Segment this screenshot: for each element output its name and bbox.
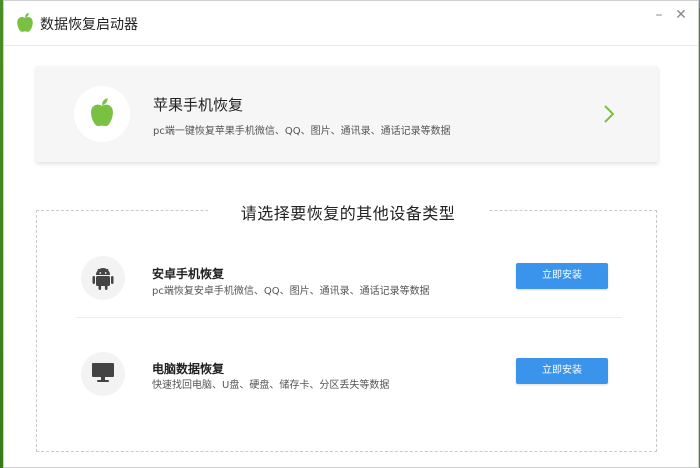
pc-install-button[interactable]: 立即安装 [516, 358, 608, 384]
other-devices-box [36, 210, 657, 452]
pc-recovery-title: 电脑数据恢复 [152, 362, 225, 376]
apple-icon [74, 86, 130, 142]
apple-recovery-description: pc端一键恢复苹果手机微信、QQ、图片、通讯录、通话记录等数据 [153, 126, 451, 137]
other-devices-heading: 请选择要恢复的其他设备类型 [208, 200, 488, 224]
close-button[interactable]: ✕ [673, 7, 689, 23]
pc-recovery-description: 快速找回电脑、U盘、硬盘、储存卡、分区丢失等数据 [152, 380, 390, 391]
minimize-button[interactable]: – [651, 7, 667, 23]
android-recovery-title: 安卓手机恢复 [152, 267, 225, 281]
android-recovery-description: pc端恢复安卓手机微信、QQ、图片、通讯录、通话记录等数据 [152, 286, 430, 297]
row-divider [76, 317, 622, 318]
android-install-button[interactable]: 立即安装 [516, 263, 608, 289]
android-icon [81, 256, 125, 300]
apple-logo-icon [15, 12, 35, 34]
monitor-icon [81, 352, 125, 396]
apple-recovery-card[interactable]: 苹果手机恢复 pc端一键恢复苹果手机微信、QQ、图片、通讯录、通话记录等数据 [36, 66, 658, 162]
android-recovery-row: 安卓手机恢复 pc端恢复安卓手机微信、QQ、图片、通讯录、通话记录等数据 立即安… [36, 250, 657, 320]
title-bar: 数据恢复启动器 – ✕ [4, 1, 698, 46]
chevron-right-icon[interactable] [602, 104, 616, 124]
apple-recovery-title: 苹果手机恢复 [153, 96, 244, 114]
pc-recovery-row: 电脑数据恢复 快速找回电脑、U盘、硬盘、储存卡、分区丢失等数据 立即安装 [36, 342, 657, 412]
window-title: 数据恢复启动器 [40, 17, 138, 33]
